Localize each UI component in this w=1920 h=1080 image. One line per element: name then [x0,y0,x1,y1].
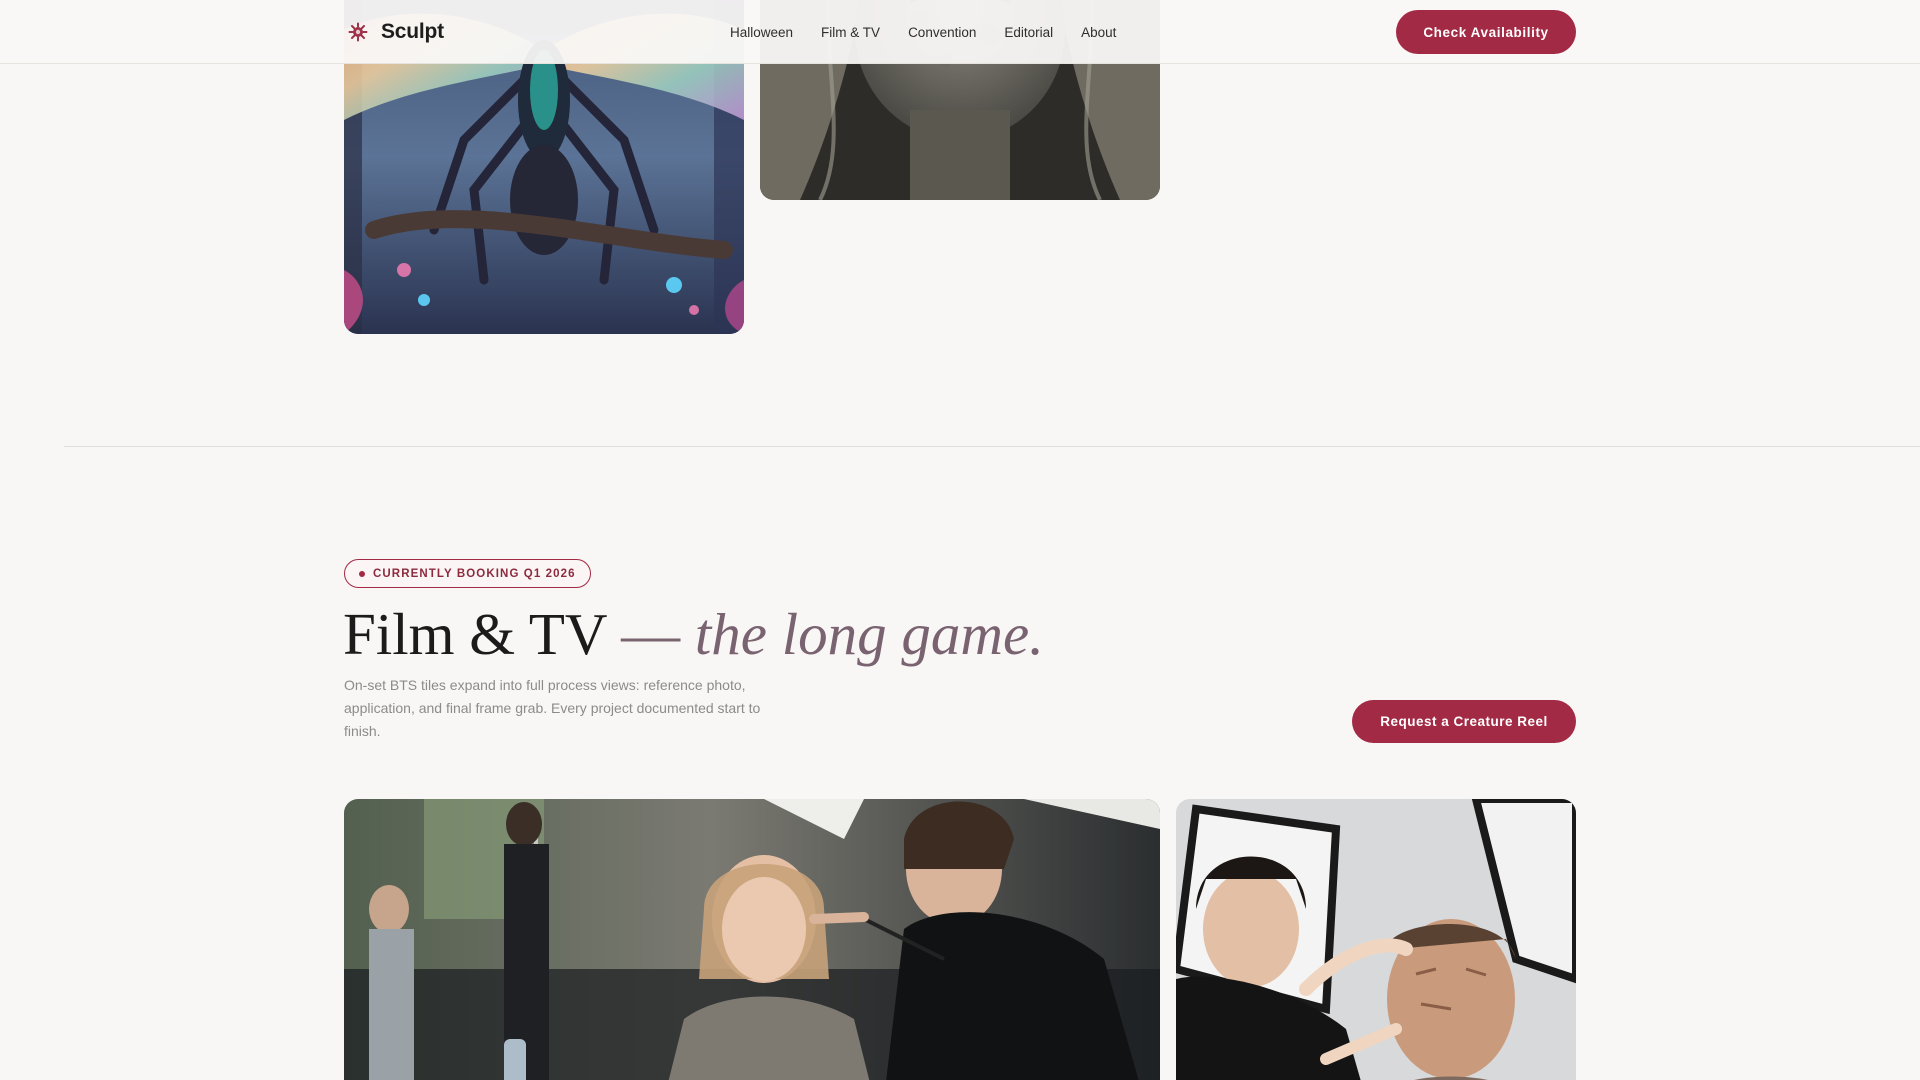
nav-item-film-tv[interactable]: Film & TV [821,25,880,40]
main-nav: Halloween Film & TV Convention Editorial… [730,0,1116,64]
brand-logo[interactable]: Sculpt [347,18,444,46]
site-header: Sculpt Halloween Film & TV Convention Ed… [0,0,1920,64]
booking-status-text: CURRENTLY BOOKING Q1 2026 [373,567,576,580]
prosthetic-application-photo-tile[interactable] [1176,799,1576,1080]
bts-makeup-photo [344,799,1160,1080]
bts-makeup-photo-tile[interactable] [344,799,1160,1080]
prosthetic-application-photo [1176,799,1576,1080]
gear-sun-icon [348,22,368,42]
nav-item-convention[interactable]: Convention [908,25,976,40]
brand-name: Sculpt [381,20,444,43]
section-title-dash: — [621,601,681,667]
nav-item-editorial[interactable]: Editorial [1004,25,1053,40]
nav-item-about[interactable]: About [1081,25,1116,40]
section-title: Film & TV — the long game. [343,598,1044,670]
section-divider [64,446,1920,447]
request-creature-reel-button[interactable]: Request a Creature Reel [1352,700,1576,743]
nav-item-halloween[interactable]: Halloween [730,25,793,40]
section-title-main: Film & TV [343,601,607,667]
check-availability-button[interactable]: Check Availability [1396,10,1576,54]
booking-status-badge: CURRENTLY BOOKING Q1 2026 [344,559,591,588]
section-title-accent: the long game. [694,601,1044,667]
status-dot-icon [359,570,365,577]
section-description: On-set BTS tiles expand into full proces… [344,677,761,739]
